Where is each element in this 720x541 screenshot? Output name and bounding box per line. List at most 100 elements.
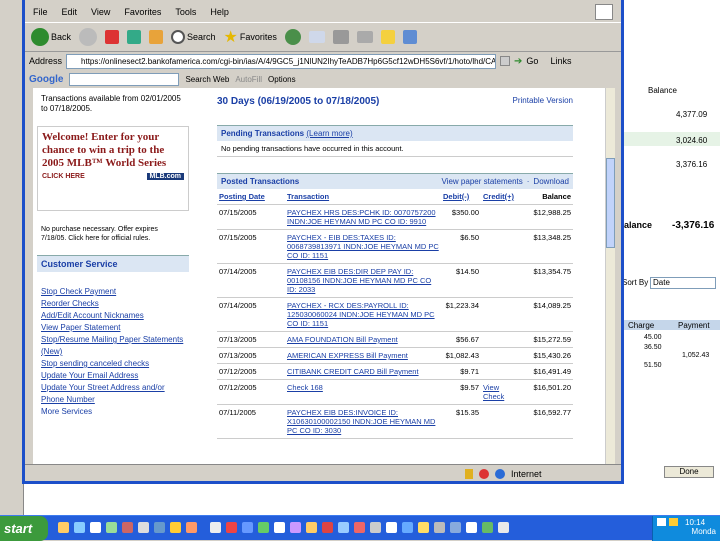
forward-button[interactable] [77,26,99,48]
quick-launch-icon[interactable] [354,522,365,533]
menu-favorites[interactable]: Favorites [124,7,161,17]
back-label: Back [51,32,72,42]
row-debit: $1,082.43 [441,347,481,364]
quick-launch-icon[interactable] [106,522,117,533]
messenger-button[interactable] [401,28,419,46]
row-description[interactable]: PAYCHEX - RCX DES:PAYROLL ID: 1250300600… [285,297,441,332]
cs-link[interactable]: Update Your Street Address and/or Phone … [41,382,185,406]
quick-launch-icon[interactable] [138,522,149,533]
view-paper-statements-link[interactable]: View paper statements [442,177,523,186]
mail-tray-icon[interactable] [657,518,666,526]
quick-launch-icon[interactable] [306,522,317,533]
row-description[interactable]: PAYCHEX HRS DES:PCHK ID: 0070757200 INDN… [285,204,441,230]
menu-file[interactable]: File [33,7,48,17]
promo-click-here[interactable]: CLICK HERE [42,173,85,180]
vertical-scrollbar[interactable] [605,88,615,464]
quick-launch-icon[interactable] [226,522,237,533]
search-button[interactable]: Search [169,28,218,46]
google-search-web-button[interactable]: Search Web [185,75,229,84]
edit-button[interactable] [355,29,375,45]
mail-button[interactable] [307,29,327,45]
quick-launch-icon[interactable] [74,522,85,533]
start-button[interactable]: start [0,516,48,541]
scroll-thumb[interactable] [606,158,615,248]
cs-link[interactable]: Stop Check Payment [41,286,185,298]
quick-launch-icon[interactable] [90,522,101,533]
quick-launch-icon[interactable] [418,522,429,533]
sort-transaction[interactable]: Transaction [285,189,441,205]
history-button[interactable] [283,27,303,47]
network-tray-icon[interactable] [669,518,678,526]
menu-edit[interactable]: Edit [62,7,78,17]
cs-link[interactable]: Update Your Email Address [41,370,185,382]
view-check-link[interactable]: View Check [483,383,504,401]
download-link[interactable]: Download [533,177,569,186]
printable-version-link[interactable]: Printable Version [513,96,573,107]
quick-launch-icon[interactable] [434,522,445,533]
cs-link[interactable]: Add/Edit Account Nicknames [41,310,185,322]
quick-launch-icon[interactable] [58,522,69,533]
row-description[interactable]: AMERICAN EXPRESS Bill Payment [285,347,441,364]
sort-posting-date[interactable]: Posting Date [217,189,285,205]
quick-launch-icon[interactable] [122,522,133,533]
home-button[interactable] [147,28,165,46]
page-title: 30 Days (06/19/2005 to 07/18/2005) [217,96,380,107]
back-button[interactable]: Back [29,26,73,48]
quick-launch-icon[interactable] [386,522,397,533]
menu-help[interactable]: Help [210,7,229,17]
quick-launch-icon[interactable] [186,522,197,533]
quick-launch-icon[interactable] [466,522,477,533]
address-input[interactable]: https://onlinesect2.bankofamerica.com/cg… [66,53,497,69]
discuss-icon [380,30,395,44]
promo-box[interactable]: Welcome! Enter for your chance to win a … [37,126,189,211]
clock[interactable]: 10:14 [685,518,705,527]
bg-value: 3,376.16 [676,160,708,169]
discuss-button[interactable] [379,28,397,46]
quick-launch-icon[interactable] [258,522,269,533]
autofill-button[interactable]: AutoFill [235,75,262,84]
menu-tools[interactable]: Tools [175,7,196,17]
cs-link[interactable]: Stop/Resume Mailing Paper Statements (Ne… [41,334,185,358]
stop-button[interactable] [103,28,121,46]
sort-credit[interactable]: Credit(+) [481,189,517,205]
cs-link[interactable]: More Services [41,406,185,418]
google-search-input[interactable] [69,72,180,86]
quick-launch-icon[interactable] [170,522,181,533]
tray-icons: 10:14 [657,518,716,527]
go-button[interactable]: Go [526,56,538,66]
cs-link[interactable]: Reorder Checks [41,298,185,310]
cs-link[interactable]: View Paper Statement [41,322,185,334]
row-description[interactable]: PAYCHEX EIB DES:INVOICE ID: X10630100002… [285,404,441,439]
bg-done-button[interactable]: Done [664,466,714,478]
quick-launch-icon[interactable] [290,522,301,533]
quick-launch-icon[interactable] [210,522,221,533]
print-button[interactable] [331,28,351,46]
quick-launch-icon[interactable] [154,522,165,533]
cs-link[interactable]: Stop sending canceled checks [41,358,185,370]
row-description[interactable]: CITIBANK CREDIT CARD Bill Payment [285,363,441,380]
quick-launch-icon[interactable] [402,522,413,533]
quick-launch-icon[interactable] [242,522,253,533]
quick-launch-icon[interactable] [322,522,333,533]
quick-launch-icon[interactable] [338,522,349,533]
links-button[interactable]: Links [550,56,571,66]
favorites-button[interactable]: ★ Favorites [222,25,279,49]
quick-launch-icon[interactable] [274,522,285,533]
learn-more-link[interactable]: (Learn more) [306,129,352,138]
refresh-button[interactable] [125,28,143,46]
menu-view[interactable]: View [91,7,110,17]
table-row: 07/14/2005 PAYCHEX EIB DES:DIR DEP PAY ID… [217,263,573,298]
quick-launch-icon[interactable] [482,522,493,533]
google-options-button[interactable]: Options [268,75,296,84]
address-dropdown-icon[interactable] [500,56,511,66]
row-description[interactable]: AMA FOUNDATION Bill Payment [285,331,441,348]
quick-launch-icon[interactable] [498,522,509,533]
quick-launch-icon[interactable] [370,522,381,533]
sort-debit[interactable]: Debit(-) [441,189,481,205]
bg-sort-select[interactable]: Date [650,277,716,289]
row-description[interactable]: PAYCHEX EIB DES:DIR DEP PAY ID: 00108156… [285,263,441,298]
row-description[interactable]: PAYCHEX - EIB DES:TAXES ID: 006873981397… [285,229,441,264]
quick-launch-icon[interactable] [450,522,461,533]
row-debit: $350.00 [441,204,481,230]
row-description[interactable]: Check 168 [285,379,441,405]
